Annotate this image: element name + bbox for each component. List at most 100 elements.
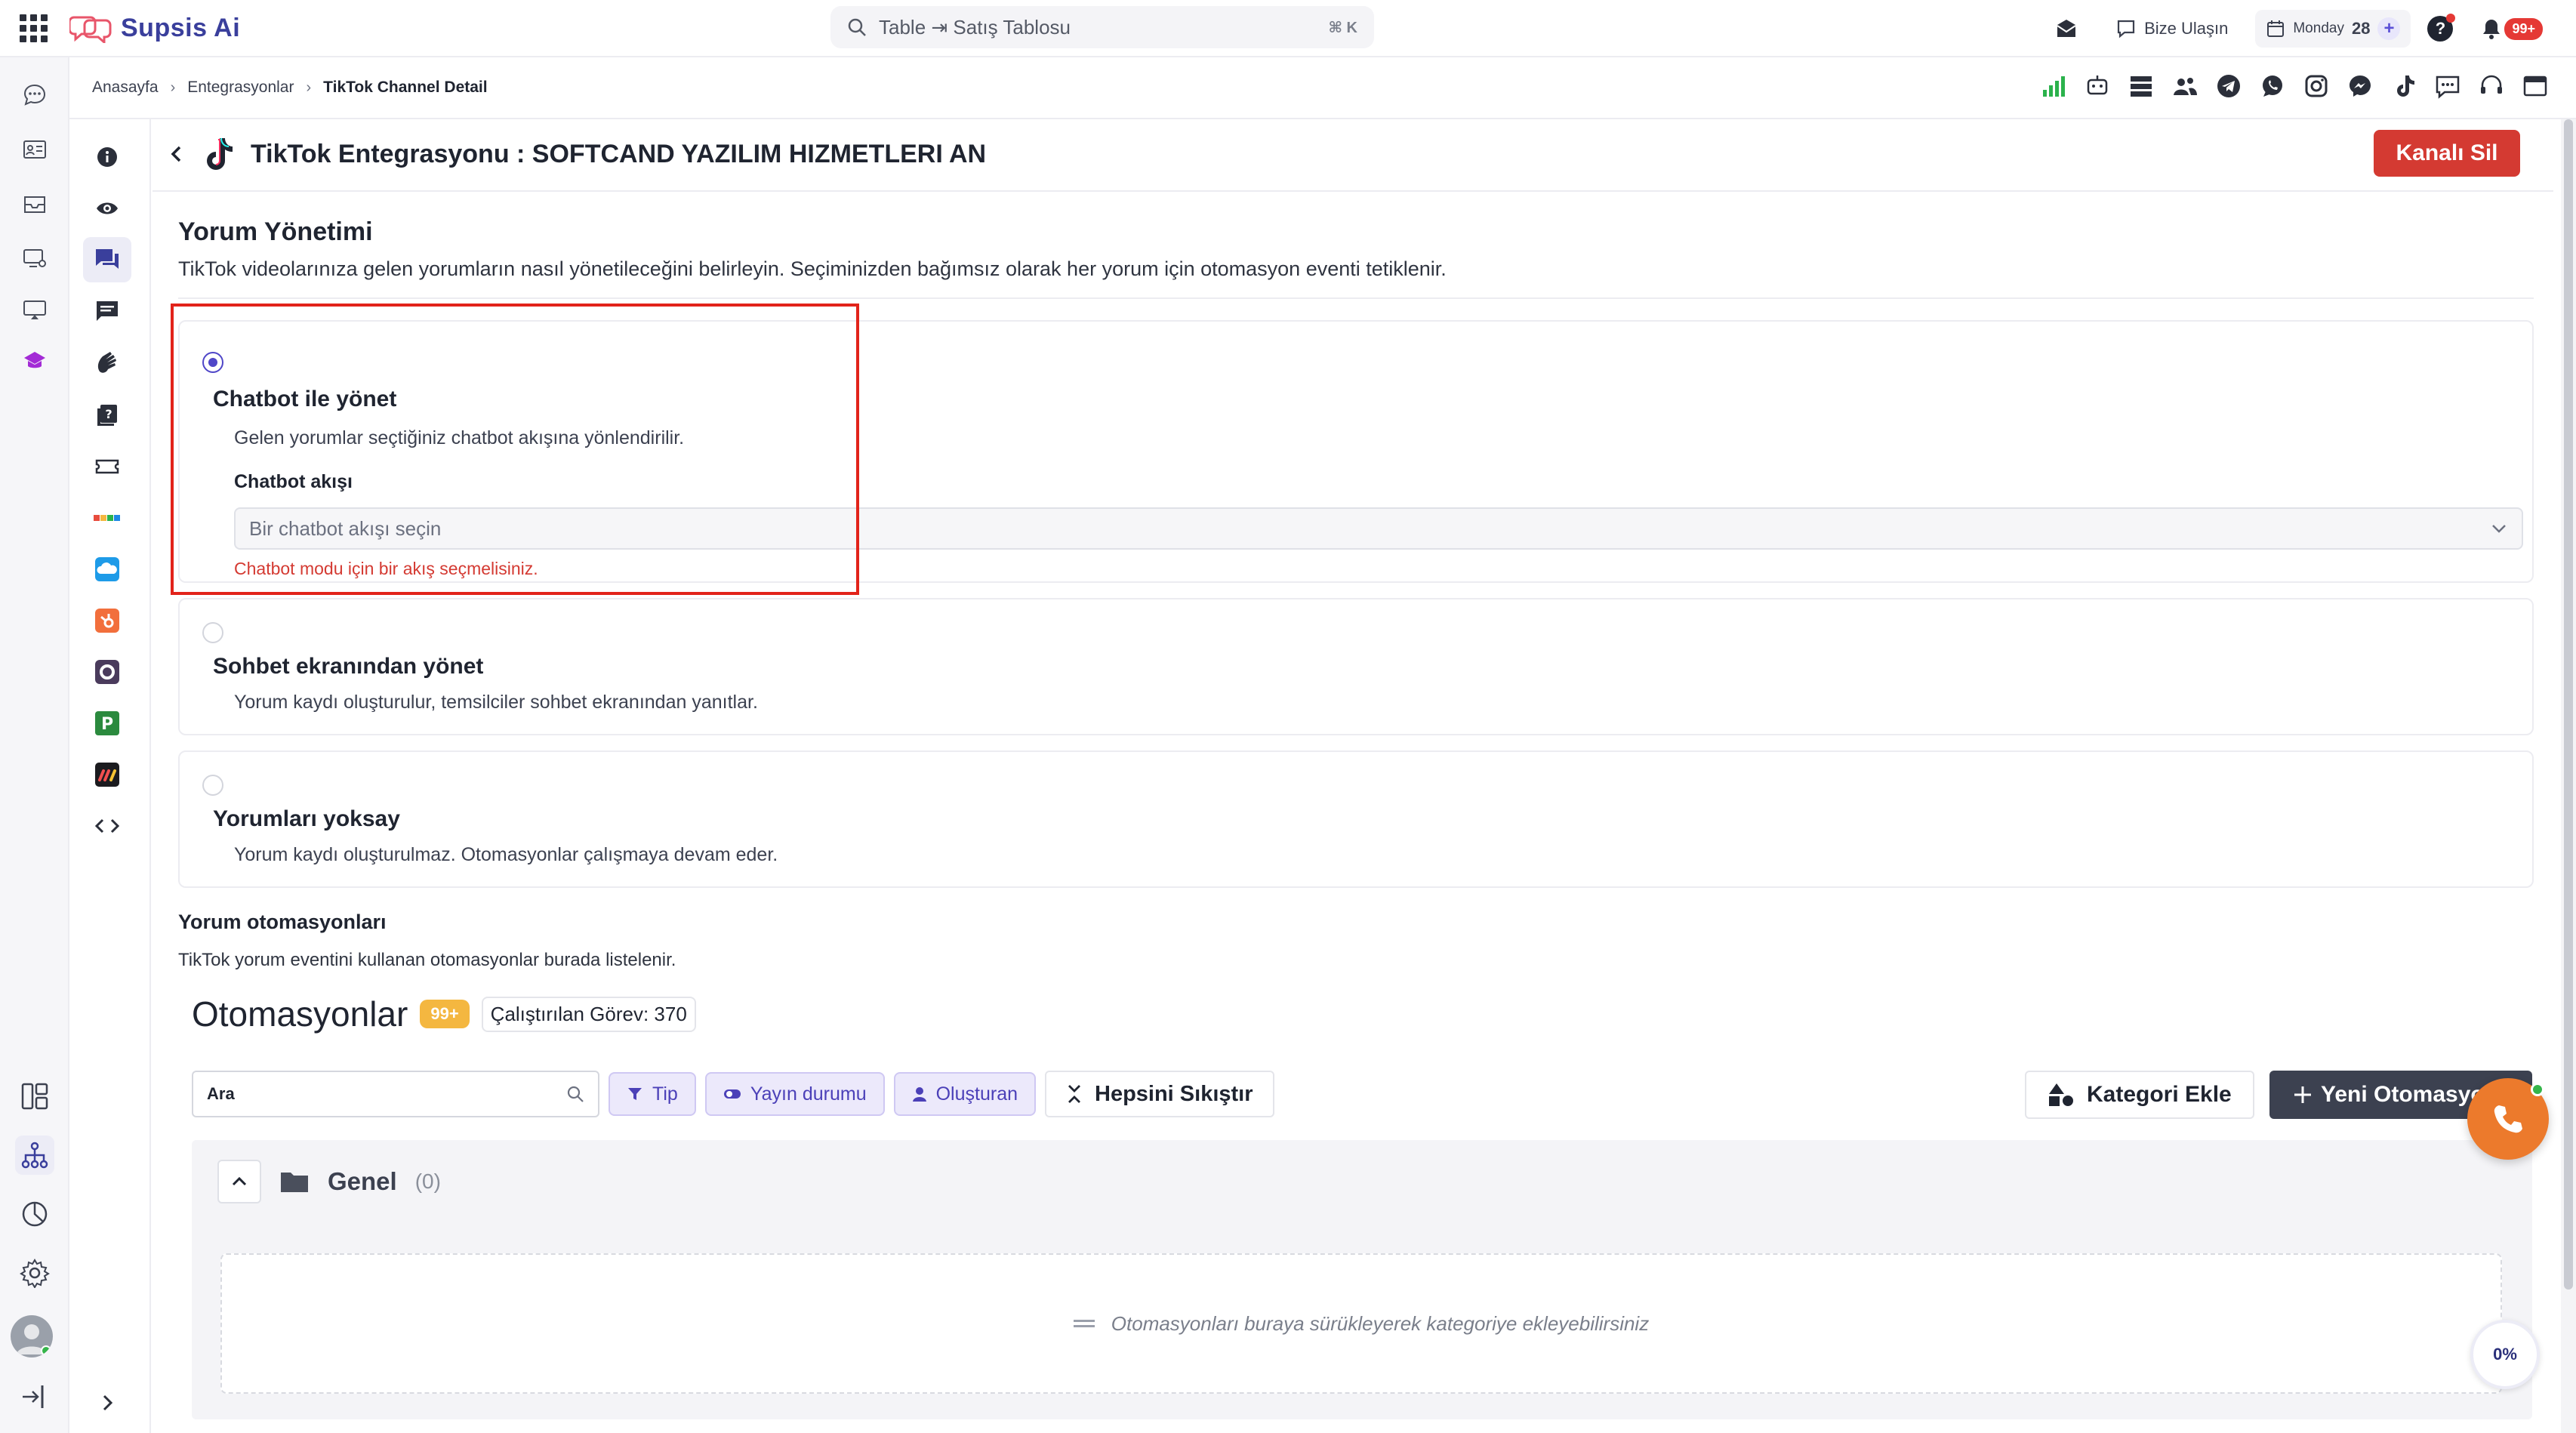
comment-management-description: TikTok videolarınıza gelen yorumların na… — [178, 257, 1447, 280]
contact-us-button[interactable]: Bize Ulaşın — [2105, 10, 2239, 48]
filter-type-button[interactable]: Tip — [609, 1072, 696, 1116]
rail-screen[interactable] — [15, 290, 54, 329]
chevron-right-icon — [103, 1394, 113, 1411]
window-icon[interactable] — [2522, 72, 2549, 100]
telegram-icon[interactable] — [2215, 72, 2242, 100]
users-icon[interactable] — [2171, 72, 2199, 100]
notifications-button[interactable]: 99+ — [2470, 10, 2553, 48]
avatar[interactable] — [11, 1315, 53, 1357]
comments-icon — [96, 249, 119, 269]
option-ignore-card[interactable]: Yorumları yoksay Yorum kaydı oluşturulma… — [178, 750, 2534, 888]
apps-grid-icon[interactable] — [18, 13, 50, 45]
header-divider — [153, 190, 2553, 192]
subnav-ticket[interactable] — [83, 444, 131, 489]
category-collapse-button[interactable] — [217, 1160, 261, 1203]
contact-us-label: Bize Ulaşın — [2144, 19, 2229, 38]
subnav-code[interactable] — [83, 803, 131, 849]
rail-settings[interactable] — [15, 1253, 54, 1293]
top-right-controls: Bize Ulaşın Monday 28 + ? 99+ — [2044, 8, 2553, 50]
global-search-input[interactable]: Table ⇥ Satış Tablosu ⌘ K — [830, 6, 1374, 48]
rail-monitor-settings[interactable] — [15, 239, 54, 278]
inbox-icon — [24, 196, 45, 213]
signal-icon[interactable] — [2040, 72, 2067, 100]
subnav-expand[interactable] — [83, 1380, 131, 1425]
cloud-icon — [95, 557, 119, 581]
page-scrollbar[interactable] — [2561, 119, 2576, 1433]
mail-icon — [2057, 20, 2076, 37]
feedback-icon — [2117, 20, 2135, 39]
bell-icon — [2483, 20, 2501, 39]
shapes-icon — [2049, 1083, 2073, 1106]
category-count: (0) — [414, 1170, 441, 1193]
chevron-down-icon — [2492, 525, 2506, 533]
rail-contacts[interactable] — [15, 130, 54, 169]
scrollbar-thumb[interactable] — [2564, 119, 2573, 1290]
rail-chat[interactable] — [15, 76, 54, 115]
search-icon — [848, 18, 866, 36]
tiktok-icon[interactable] — [2390, 72, 2417, 100]
notification-badge: 99+ — [2504, 17, 2543, 40]
settings-icon — [20, 1259, 50, 1288]
bot-icon[interactable] — [2084, 72, 2111, 100]
option-ignore-radio[interactable] — [202, 775, 223, 796]
rail-flows[interactable] — [15, 1136, 54, 1175]
subnav-messages[interactable] — [83, 288, 131, 334]
instagram-icon[interactable] — [2303, 72, 2330, 100]
folder-icon — [281, 1173, 308, 1192]
eye-icon — [97, 202, 118, 214]
filter-publish-status-button[interactable]: Yayın durumu — [704, 1072, 885, 1116]
subnav-circle-app[interactable] — [83, 649, 131, 695]
help-icon[interactable]: ? — [2427, 14, 2456, 42]
search-shortcut: ⌘ K — [1328, 19, 1357, 36]
subnav-visibility[interactable] — [83, 186, 131, 231]
chevron-up-icon — [232, 1176, 247, 1186]
delete-channel-button[interactable]: Kanalı Sil — [2374, 130, 2520, 177]
subnav-p-app[interactable]: P — [83, 701, 131, 746]
sms-icon[interactable] — [2434, 72, 2461, 100]
page-title: TikTok Entegrasyonu : SOFTCAND YAZILIM H… — [251, 139, 987, 168]
back-arrow-icon[interactable] — [168, 143, 184, 165]
option-chat-screen-radio[interactable] — [202, 622, 223, 643]
category-dropzone[interactable]: Otomasyonları buraya sürükleyerek katego… — [220, 1253, 2502, 1394]
subnav-cloud[interactable] — [83, 547, 131, 592]
filter-creator-button[interactable]: Oluşturan — [893, 1072, 1036, 1116]
automations-search-input[interactable]: Ara — [192, 1071, 599, 1117]
subnav-hubspot[interactable] — [83, 598, 131, 643]
mail-button[interactable] — [2044, 10, 2088, 48]
app-logo[interactable]: Supsis Ai — [69, 9, 240, 47]
ticket-icon — [95, 459, 119, 474]
rail-reports[interactable] — [15, 1194, 54, 1234]
breadcrumb-home[interactable]: Anasayfa — [92, 79, 159, 97]
support-icon[interactable] — [2478, 72, 2505, 100]
add-event-icon[interactable]: + — [2377, 17, 2401, 40]
option-chat-screen-description: Yorum kaydı oluşturulur, temsilciler soh… — [234, 692, 758, 713]
server-icon[interactable] — [2128, 72, 2155, 100]
calendar-date-button[interactable]: Monday 28 + — [2255, 10, 2411, 48]
subnav-faq[interactable]: ? — [83, 393, 131, 438]
breadcrumb: Anasayfa › Entegrasyonlar › TikTok Chann… — [92, 79, 488, 97]
messenger-icon[interactable] — [2346, 72, 2374, 100]
reports-icon — [22, 1201, 48, 1227]
school-icon — [24, 352, 45, 368]
subnav-info[interactable] — [83, 134, 131, 180]
rail-logout[interactable] — [15, 1377, 54, 1416]
flow-icon — [21, 1142, 48, 1169]
whatsapp-icon[interactable] — [2259, 72, 2286, 100]
onboarding-progress-badge[interactable]: 0% — [2470, 1320, 2540, 1389]
rail-inbox[interactable] — [15, 184, 54, 223]
rail-academy[interactable] — [15, 341, 54, 381]
rail-dashboard[interactable] — [15, 1077, 54, 1116]
person-icon — [912, 1087, 926, 1102]
subnav-hand[interactable] — [83, 340, 131, 385]
breadcrumb-integrations[interactable]: Entegrasyonlar — [187, 79, 294, 97]
automations-filters: Ara Tip Yayın durumu Oluşturan Hepsini S… — [192, 1071, 1274, 1117]
collapse-all-button[interactable]: Hepsini Sıkıştır — [1045, 1071, 1274, 1117]
monitor-settings-icon — [23, 249, 46, 267]
subnav-comments[interactable] — [83, 237, 131, 282]
call-fab-button[interactable] — [2467, 1078, 2549, 1160]
subnav-trello[interactable] — [83, 495, 131, 541]
add-category-button[interactable]: Kategori Ekle — [2025, 1071, 2254, 1119]
logo-icon — [69, 16, 112, 43]
option-chat-screen-card[interactable]: Sohbet ekranından yönet Yorum kaydı oluş… — [178, 598, 2534, 735]
subnav-monday[interactable] — [83, 752, 131, 797]
